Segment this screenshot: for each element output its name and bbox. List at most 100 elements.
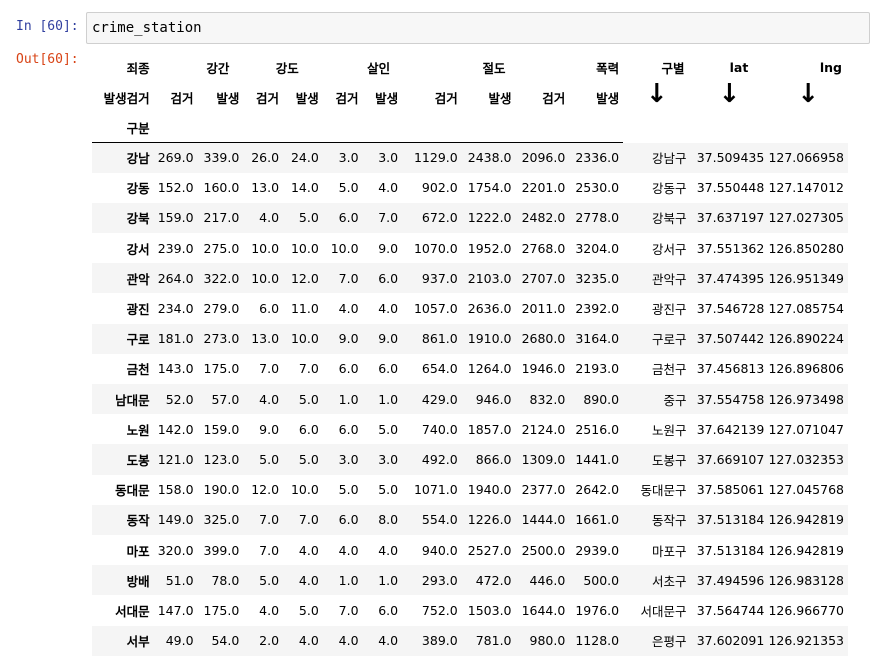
- table-cell: 9.0: [378, 331, 399, 347]
- table-cell: 2201.0: [521, 180, 566, 196]
- table-cell: 492.0: [421, 451, 458, 467]
- table-cell: 2124.0: [521, 421, 566, 437]
- table-cell: 6.0: [338, 210, 359, 226]
- row-index-label: 금천: [126, 362, 150, 378]
- table-cell: 126.942819: [768, 542, 844, 558]
- table-cell: 2768.0: [521, 240, 566, 256]
- table-cell: 14.0: [290, 180, 319, 196]
- table-cell: 1.0: [378, 391, 399, 407]
- table-row: 구로 181.0 273.0 13.0 10.0 9.0 9.0 861.0 1910.0 268…: [92, 323, 848, 354]
- table-cell: 52.0: [165, 391, 194, 407]
- table-cell: 11.0: [290, 301, 319, 317]
- table-cell: 3.0: [378, 150, 399, 166]
- table-cell: 5.0: [338, 482, 359, 498]
- table-cell: 37.456813: [696, 361, 765, 377]
- dataframe-table: 죄종 강간 강도 살인 절도 폭력 구별 lat lng 발생검거 검거 발생 …: [92, 52, 848, 656]
- col-district: 구별: [661, 60, 685, 76]
- table-cell: 2500.0: [521, 542, 566, 558]
- table-cell: 5.0: [298, 451, 319, 467]
- row-index-label: 동대문: [115, 483, 150, 499]
- table-cell: 861.0: [421, 331, 458, 347]
- table-cell: 143.0: [157, 361, 194, 377]
- table-cell: 마포구: [652, 543, 687, 559]
- table-cell: 2516.0: [575, 421, 620, 437]
- table-cell: 1946.0: [521, 361, 566, 377]
- table-cell: 37.509435: [696, 150, 765, 166]
- row-index-label: 마포: [126, 543, 150, 559]
- table-row: 금천 143.0 175.0 7.0 7.0 6.0 6.0 654.0 1264.0 1946.…: [92, 354, 848, 384]
- row-index-label: 도봉: [126, 452, 150, 468]
- table-cell: 126.850280: [768, 240, 844, 256]
- table-cell: 126.942819: [768, 512, 844, 528]
- table-cell: 37.642139: [696, 421, 765, 437]
- table-cell: 126.951349: [768, 270, 844, 286]
- table-cell: 2642.0: [575, 482, 620, 498]
- table-cell: 4.0: [259, 210, 280, 226]
- table-cell: 2636.0: [467, 301, 512, 317]
- table-cell: 강북구: [652, 211, 687, 227]
- col-group-murder: 살인: [367, 60, 391, 76]
- table-cell: 158.0: [157, 482, 194, 498]
- table-cell: 121.0: [157, 451, 194, 467]
- table-cell: 4.0: [378, 542, 399, 558]
- row-index-label: 서부: [126, 634, 150, 650]
- table-cell: 2438.0: [467, 150, 512, 166]
- table-cell: 54.0: [211, 633, 240, 649]
- table-cell: 8.0: [378, 512, 399, 528]
- table-cell: 7.0: [338, 270, 359, 286]
- table-cell: 672.0: [421, 210, 458, 226]
- table-cell: 동대문구: [640, 483, 687, 499]
- row-index-label: 동작: [126, 513, 150, 529]
- table-cell: 1.0: [338, 391, 359, 407]
- table-cell: 217.0: [203, 210, 240, 226]
- sub-header: 발생: [295, 90, 319, 106]
- table-cell: 940.0: [421, 542, 458, 558]
- table-cell: 1661.0: [575, 512, 620, 528]
- col-lng: lng: [819, 59, 842, 75]
- code-text[interactable]: crime_station: [92, 20, 202, 36]
- table-cell: 5.0: [298, 391, 319, 407]
- sub-header: 검거: [542, 90, 566, 106]
- table-cell: 4.0: [378, 180, 399, 196]
- table-cell: 126.983128: [768, 572, 844, 588]
- table-cell: 10.0: [290, 482, 319, 498]
- table-cell: 13.0: [251, 331, 280, 347]
- table-cell: 1129.0: [413, 150, 458, 166]
- table-cell: 1444.0: [521, 512, 566, 528]
- sub-header: 발생: [596, 90, 620, 106]
- table-row: 광진 234.0 279.0 6.0 11.0 4.0 4.0 1057.0 2636.0 201…: [92, 293, 848, 323]
- table-cell: 4.0: [338, 301, 359, 317]
- table-cell: 4.0: [259, 391, 280, 407]
- output-prompt: Out[60]:: [16, 52, 79, 67]
- table-cell: 159.0: [157, 210, 194, 226]
- table-row: 노원 142.0 159.0 9.0 6.0 6.0 5.0 740.0 1857.0 2124.…: [92, 414, 848, 444]
- code-input-cell[interactable]: crime_station: [86, 12, 870, 44]
- table-row: 서대문 147.0 175.0 4.0 5.0 7.0 6.0 752.0 1503.0 1644…: [92, 595, 848, 625]
- table-cell: 389.0: [421, 633, 458, 649]
- table-cell: 1226.0: [467, 512, 512, 528]
- table-cell: 13.0: [251, 180, 280, 196]
- table-cell: 126.973498: [768, 391, 844, 407]
- row-index-label: 관악: [126, 271, 150, 287]
- table-cell: 4.0: [378, 301, 399, 317]
- table-cell: 160.0: [203, 180, 240, 196]
- table-cell: 264.0: [157, 270, 194, 286]
- table-cell: 51.0: [165, 572, 194, 588]
- table-row: 관악 264.0 322.0 10.0 12.0 7.0 6.0 937.0 2103.0 270…: [92, 263, 848, 294]
- table-cell: 175.0: [203, 602, 240, 618]
- table-cell: 12.0: [251, 482, 280, 498]
- table-row: 강동 152.0 160.0 13.0 14.0 5.0 4.0 902.0 1754.0 220…: [92, 173, 848, 203]
- index-name-label: 구분: [92, 112, 156, 143]
- col-lat: lat: [729, 59, 749, 75]
- table-cell: 7.0: [338, 602, 359, 618]
- table-cell: 190.0: [203, 482, 240, 498]
- table-cell: 127.071047: [768, 421, 844, 437]
- table-cell: 6.0: [259, 301, 280, 317]
- table-cell: 1976.0: [575, 602, 620, 618]
- table-cell: 399.0: [203, 542, 240, 558]
- hand-drawn-arrow-down-icon: ↓: [718, 79, 741, 109]
- table-cell: 234.0: [157, 301, 194, 317]
- table-cell: 7.0: [259, 542, 280, 558]
- output-area: 죄종 강간 강도 살인 절도 폭력 구별 lat lng 발생검거 검거 발생 …: [92, 52, 848, 657]
- hand-drawn-arrow-down-icon: ↓: [645, 79, 668, 109]
